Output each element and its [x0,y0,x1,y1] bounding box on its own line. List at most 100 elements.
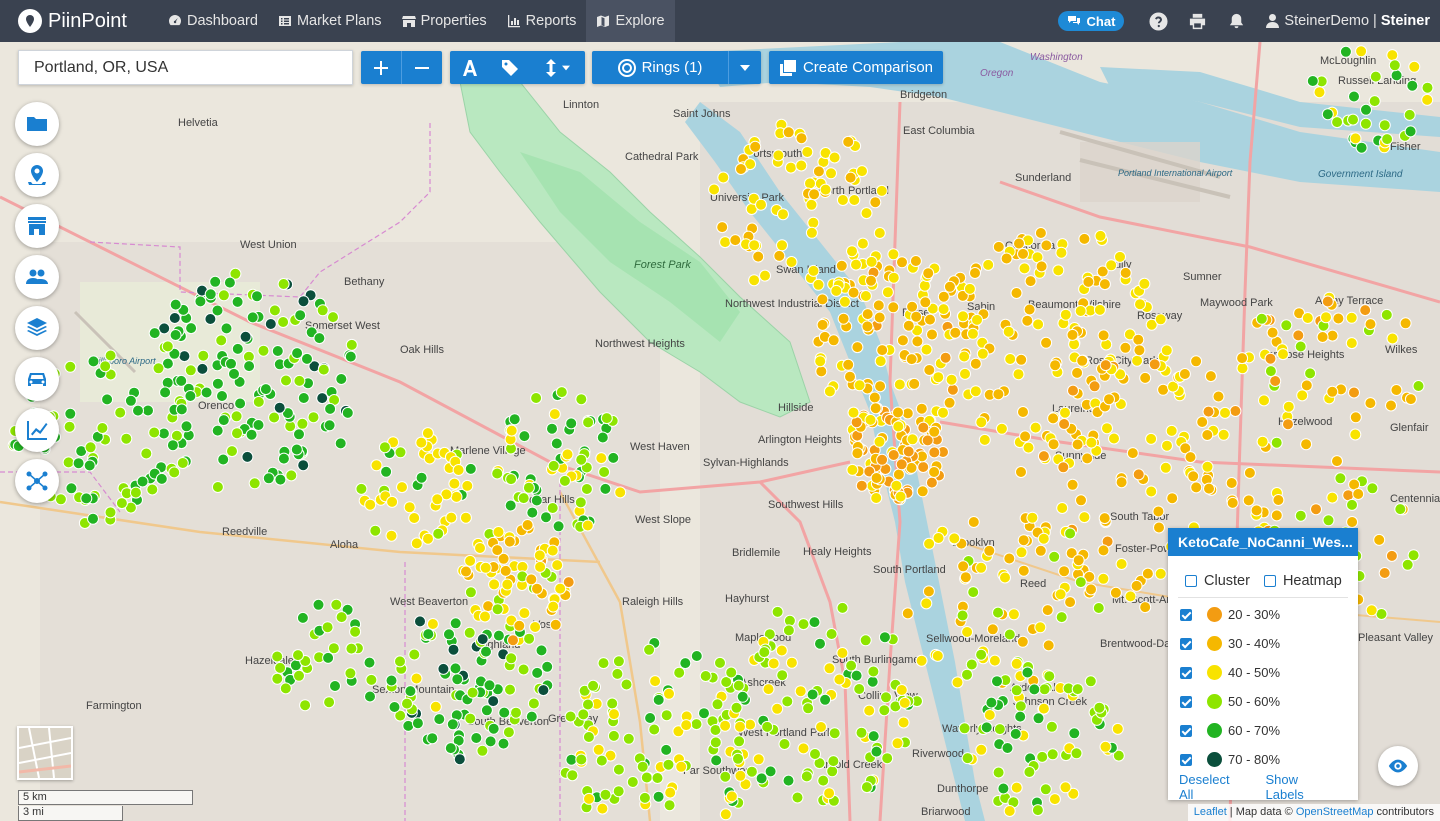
map-data-point[interactable] [866,675,879,688]
map-data-point[interactable] [969,357,982,370]
map-data-point[interactable] [644,712,657,724]
map-data-point[interactable] [860,781,873,794]
map-data-point[interactable] [1320,311,1332,324]
map-data-point[interactable] [1201,460,1214,473]
resize-dropdown-button[interactable] [530,51,585,84]
map-data-point[interactable] [1347,113,1359,126]
map-data-point[interactable] [850,258,862,271]
map-data-point[interactable] [1029,421,1042,434]
map-data-point[interactable] [433,713,446,726]
map-data-point[interactable] [541,660,554,673]
map-data-point[interactable] [546,502,559,514]
map-data-point[interactable] [1282,400,1295,413]
map-data-point[interactable] [1406,79,1419,92]
map-data-point[interactable] [1071,683,1084,696]
map-data-point[interactable] [547,600,560,613]
map-data-point[interactable] [1085,583,1097,596]
map-data-point[interactable] [421,427,434,440]
map-data-point[interactable] [986,623,999,636]
map-data-point[interactable] [231,427,243,440]
map-data-point[interactable] [1034,227,1047,239]
map-data-point[interactable] [228,367,240,380]
map-data-point[interactable] [587,679,600,692]
map-data-point[interactable] [1057,461,1070,474]
map-data-point[interactable] [518,430,531,443]
map-data-point[interactable] [861,320,874,333]
map-data-point[interactable] [664,786,677,799]
map-data-point[interactable] [856,165,868,178]
map-data-point[interactable] [1023,766,1036,778]
map-data-point[interactable] [957,560,970,573]
map-data-point[interactable] [1145,432,1158,445]
map-data-point[interactable] [1349,428,1362,441]
map-data-point[interactable] [730,701,743,714]
map-data-point[interactable] [844,171,857,184]
map-data-point[interactable] [1055,611,1068,624]
map-data-point[interactable] [890,479,903,492]
map-data-point[interactable] [776,239,788,252]
map-data-point[interactable] [176,457,189,469]
map-data-point[interactable] [575,393,588,406]
map-data-point[interactable] [1332,312,1345,325]
map-data-point[interactable] [1264,352,1277,365]
map-data-point[interactable] [522,481,535,494]
map-data-point[interactable] [785,656,798,669]
map-data-point[interactable] [448,477,461,490]
map-data-point[interactable] [660,709,673,722]
map-data-point[interactable] [719,719,732,732]
map-data-point[interactable] [492,629,505,642]
map-data-point[interactable] [1386,332,1399,345]
tag-button[interactable] [490,51,530,84]
map-data-point[interactable] [1331,116,1344,129]
map-data-point[interactable] [531,666,544,679]
map-data-point[interactable] [595,754,608,767]
map-data-point[interactable] [1196,416,1209,428]
map-data-point[interactable] [1119,341,1132,354]
brand-logo[interactable]: PiinPoint [0,0,158,42]
map-data-point[interactable] [1355,141,1368,154]
map-data-point[interactable] [956,609,969,622]
map-data-point[interactable] [773,249,786,262]
map-data-point[interactable] [876,344,889,357]
map-data-point[interactable] [129,486,142,499]
map-data-point[interactable] [1184,451,1197,464]
map-data-point[interactable] [1043,670,1056,683]
map-data-point[interactable] [887,248,900,261]
map-data-point[interactable] [859,290,872,302]
map-data-point[interactable] [959,367,971,380]
map-data-point[interactable] [408,512,421,524]
map-data-point[interactable] [937,303,950,316]
map-data-point[interactable] [1390,69,1403,82]
map-data-point[interactable] [1037,532,1050,545]
map-data-point[interactable] [662,758,675,771]
map-data-point[interactable] [184,364,197,377]
map-data-point[interactable] [828,151,841,164]
map-data-point[interactable] [582,416,595,429]
map-data-point[interactable] [853,379,866,392]
map-data-point[interactable] [65,482,78,495]
map-data-point[interactable] [976,347,989,360]
map-data-point[interactable] [905,353,918,366]
map-data-point[interactable] [744,718,757,731]
map-data-point[interactable] [1130,579,1143,592]
map-data-point[interactable] [734,769,747,782]
map-data-point[interactable] [1009,727,1022,740]
map-data-point[interactable] [1070,747,1083,760]
map-data-point[interactable] [698,707,710,720]
map-data-point[interactable] [115,497,128,510]
map-data-point[interactable] [1404,125,1417,138]
map-data-point[interactable] [767,657,780,670]
map-data-point[interactable] [1381,133,1394,146]
map-data-point[interactable] [808,188,821,201]
map-data-point[interactable] [1048,550,1061,563]
map-data-point[interactable] [923,537,936,550]
map-data-point[interactable] [341,406,354,419]
map-data-point[interactable] [313,332,326,345]
map-data-point[interactable] [345,338,358,351]
map-data-point[interactable] [1088,380,1101,393]
heatmap-checkbox[interactable] [1263,574,1276,587]
location-pins-button[interactable] [15,153,59,197]
map-data-point[interactable] [717,171,730,184]
map-data-point[interactable] [1124,590,1137,603]
map-data-point[interactable] [867,665,880,678]
